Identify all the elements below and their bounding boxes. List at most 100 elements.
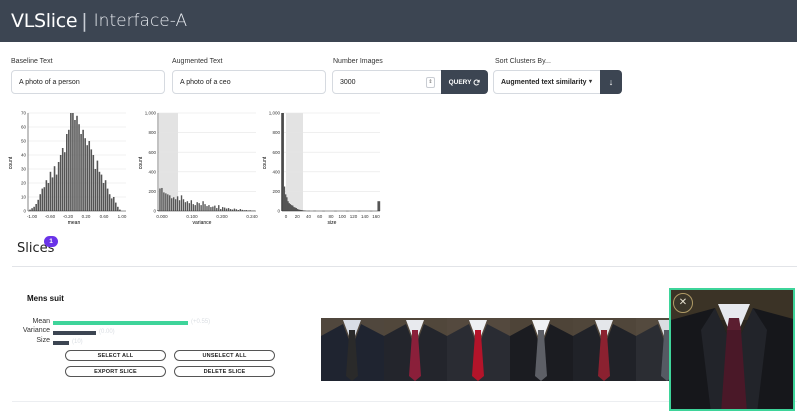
mean-histogram: 70 60 50 40 30 20 10 0 -1.00 -0.60 -0.20 0.20 0.60 1.… [8,108,132,231]
mean-y-tick: 20 [21,181,27,186]
variance-bar [233,208,236,211]
cluster-image-thumbnail[interactable] [384,318,447,381]
size-bar [377,201,381,211]
mean-y-tick: 10 [21,195,27,200]
size-brush-region[interactable] [286,113,303,211]
mean-bar [70,113,72,211]
mean-y-tick: 40 [21,153,27,158]
mean-x-tick: 0.60 [100,214,109,219]
variance-y-tick: 800 [148,130,156,135]
stat-bar-variance [53,331,96,335]
mean-bar [90,149,93,211]
query-button[interactable]: QUERY [441,70,488,94]
stat-label-size: Size [36,337,50,344]
variance-bar [176,196,179,211]
variance-bar [198,203,200,211]
mean-y-tick: 30 [21,167,27,172]
mean-bar [31,208,33,211]
size-x-tick: 160 [372,214,380,219]
cluster-image-thumbnail[interactable] [573,318,636,381]
variance-y-tick: 600 [148,150,156,155]
variance-bar [186,201,189,211]
variance-bar [194,205,196,211]
variance-bar [172,197,175,211]
variance-bar [225,208,228,211]
close-icon[interactable]: ✕ [673,293,693,313]
size-y-tick: 600 [272,150,280,155]
sort-select-value: Augmented text similarity [501,78,587,86]
stat-value-variance: (0.00) [99,329,115,335]
size-x-tick: 0 [285,214,288,219]
mean-x-tick: -0.60 [45,214,56,219]
app-brand: VLSlice [11,10,78,32]
mean-bar [100,174,103,211]
mean-bar [82,129,84,211]
mean-y-tick: 50 [21,139,27,144]
mean-bar [63,152,66,211]
variance-bar [210,207,212,211]
variance-bar [204,204,206,211]
size-y-tick: 0 [277,209,280,214]
sort-clusters-select[interactable]: Augmented text similarity ▾ [493,70,601,94]
mean-bar [41,188,44,211]
sort-direction-button[interactable]: ↓ [600,70,622,94]
select-all-button[interactable]: SELECT ALL [65,350,166,361]
mean-bar [106,188,109,211]
app-root: VLSlice | Interface-A Baseline Text A ph… [0,0,797,412]
mean-bar [43,187,46,211]
variance-y-label: count [138,156,144,169]
size-x-tick: 60 [317,214,323,219]
mean-bar [88,141,91,211]
mean-bar [53,166,56,211]
caret-down-icon: ▾ [588,79,592,85]
variance-bar [159,188,161,211]
stat-label-mean: Mean [32,318,50,325]
stat-value-size: (10) [72,339,83,345]
section-divider [12,266,797,267]
mean-bar [110,198,113,211]
mean-bar [39,194,42,211]
export-slice-button[interactable]: EXPORT SLICE [65,366,166,377]
variance-y-tick: 400 [148,169,156,174]
variance-bar [200,205,202,211]
baseline-text-input[interactable]: A photo of a person [11,70,165,94]
size-y-tick: 400 [272,169,280,174]
number-images-value: 3000 [340,78,356,86]
stat-bar-size [53,341,69,345]
variance-bar [214,205,216,211]
mean-y-label: count [8,156,14,169]
mean-x-tick: -1.00 [27,214,38,219]
mean-x-tick: 0.20 [82,214,91,219]
cluster-image-strip [321,318,699,381]
number-stepper[interactable]: ⇕ [426,77,435,88]
size-x-tick: 80 [328,214,334,219]
query-button-label: QUERY [448,78,472,86]
variance-x-label: variance [193,220,212,226]
app-header: VLSlice | Interface-A [0,0,797,42]
delete-slice-button[interactable]: DELETE SLICE [174,366,275,377]
mean-bar [76,115,78,211]
mean-bar [74,120,76,211]
cluster-image-thumbnail[interactable] [321,318,384,381]
variance-bar [174,199,177,211]
arrow-down-icon: ↓ [608,77,614,87]
sort-clusters-label: Sort Clusters By... [495,58,551,65]
variance-bar [206,206,208,211]
mean-bar [92,155,95,211]
augmented-text-input[interactable]: A photo of a ceo [172,70,326,94]
variance-x-tick: 0.240 [246,214,258,219]
unselect-all-button[interactable]: UNSELECT ALL [174,350,275,361]
variance-x-tick: 0.200 [216,214,228,219]
cluster-image-thumbnail[interactable] [447,318,510,381]
size-y-tick: 800 [272,130,280,135]
mean-bar [94,169,97,211]
baseline-text-label: Baseline Text [11,58,53,65]
size-x-tick: 120 [350,214,358,219]
mean-bar [80,134,82,211]
cluster-image-thumbnail[interactable] [510,318,573,381]
variance-bar [188,203,191,211]
mean-bar [51,177,54,211]
mean-bar [98,171,101,211]
number-images-input[interactable]: 3000 ⇕ [332,70,442,94]
variance-bar [216,208,218,211]
